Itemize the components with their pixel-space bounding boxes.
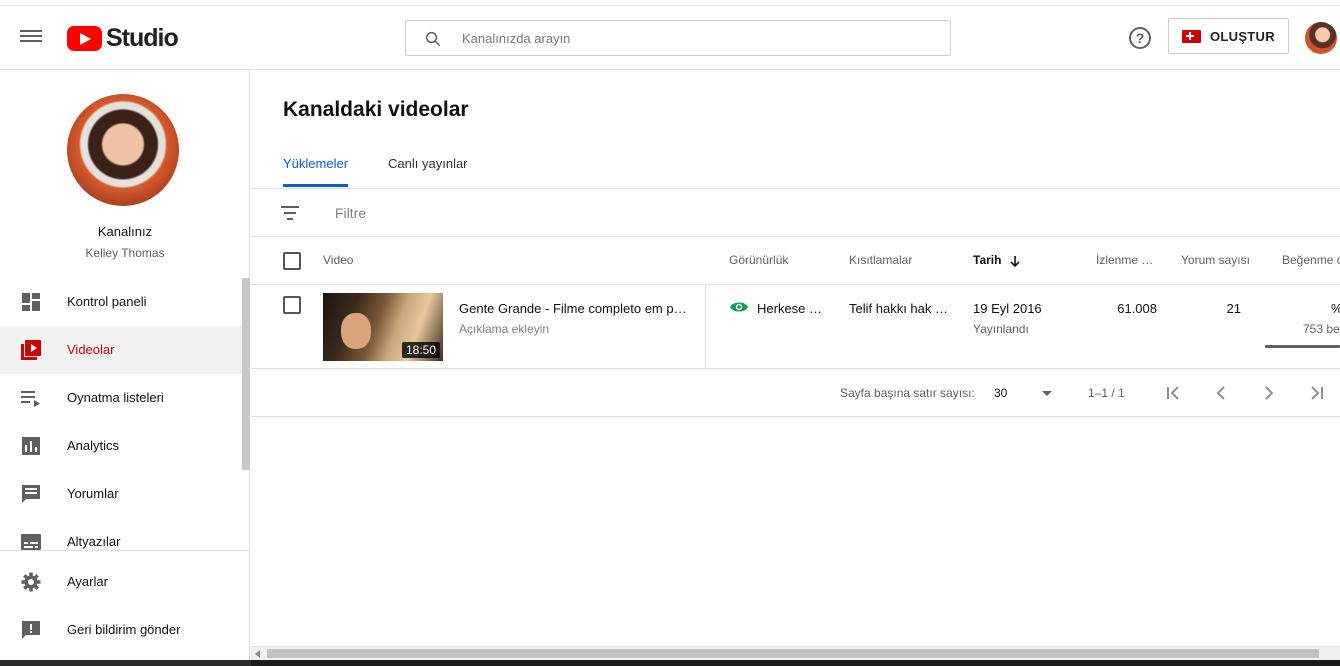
bottom-edge-left	[0, 660, 251, 666]
dashboard-icon	[22, 293, 40, 311]
sidebar-item-label: Videolar	[67, 342, 115, 357]
sidebar-item-settings[interactable]: Ayarlar	[0, 558, 250, 606]
account-avatar[interactable]	[1305, 22, 1337, 54]
eye-icon	[730, 302, 748, 312]
create-button-label: OLUŞTUR	[1210, 29, 1275, 44]
channel-name: Kelley Thomas	[85, 246, 165, 260]
scroll-left-icon[interactable]	[255, 650, 260, 658]
create-video-icon	[1182, 30, 1201, 43]
column-video[interactable]: Video	[323, 253, 353, 267]
content-tabs: Yüklemeler Canlı yayınlar	[283, 156, 508, 188]
page-title: Kanaldaki videolar	[283, 98, 469, 121]
sidebar-nav: Kontrol paneli Videolar Oynatma listeler…	[0, 278, 250, 566]
table-header-divider	[251, 284, 1340, 285]
help-icon[interactable]: ?	[1129, 27, 1151, 49]
filter-icon[interactable]	[281, 206, 299, 220]
sidebar-item-label: Yorumlar	[67, 486, 119, 501]
video-duration: 18:50	[401, 342, 440, 358]
tab-uploads[interactable]: Yüklemeler	[283, 156, 349, 187]
sidebar-item-label: Analytics	[67, 438, 120, 453]
thumbnail-figure	[341, 313, 371, 349]
rows-per-page-value: 30	[994, 386, 1008, 400]
column-date[interactable]: Tarih	[973, 253, 1021, 267]
sidebar-item-label: Kontrol paneli	[67, 294, 147, 309]
menu-icon[interactable]	[20, 27, 42, 49]
studio-logo[interactable]: Studio	[67, 24, 179, 53]
rows-per-page-label: Sayfa başına satır sayısı:	[840, 386, 975, 400]
sidebar-item-comments[interactable]: Yorumlar	[0, 470, 250, 518]
comments-icon	[22, 485, 40, 503]
analytics-icon	[22, 437, 40, 455]
search-box[interactable]	[405, 20, 951, 56]
column-date-label: Tarih	[973, 253, 1002, 267]
video-title[interactable]: Gente Grande - Filme completo em portugu…	[459, 301, 691, 316]
horizontal-scroll-thumb[interactable]	[267, 649, 1319, 658]
sidebar-item-dashboard[interactable]: Kontrol paneli	[0, 278, 250, 326]
youtube-play-icon	[67, 26, 102, 51]
sidebar-item-label: Geri bildirim gönder	[67, 622, 181, 637]
restrictions-value[interactable]: Telif hakkı hak talebi	[849, 301, 949, 316]
create-button[interactable]: OLUŞTUR	[1168, 18, 1289, 54]
search-icon[interactable]	[424, 30, 442, 48]
top-bar: Studio ? OLUŞTUR	[0, 6, 1340, 70]
column-comments[interactable]: Yorum sayısı	[1181, 253, 1250, 267]
select-all-checkbox[interactable]	[283, 252, 301, 270]
filter-input[interactable]	[335, 200, 635, 226]
previous-page-icon[interactable]	[1210, 382, 1232, 404]
chevron-down-icon	[1042, 391, 1052, 396]
sidebar-item-playlists[interactable]: Oynatma listeleri	[0, 374, 250, 422]
feedback-icon	[22, 621, 40, 639]
main-content: Kanaldaki videolar Yüklemeler Canlı yayı…	[251, 70, 1340, 666]
like-ratio-bar	[1265, 345, 1340, 348]
video-thumbnail[interactable]: 18:50	[323, 293, 443, 361]
sidebar-item-label: Oynatma listeleri	[67, 390, 164, 405]
page-range: 1–1 / 1	[1088, 386, 1125, 400]
sidebar-item-label: Altyazılar	[67, 534, 121, 549]
sidebar: Kanalınız Kelley Thomas Kontrol paneli V…	[0, 70, 250, 666]
next-page-icon[interactable]	[1258, 382, 1280, 404]
column-separator	[705, 285, 706, 368]
logo-text: Studio	[106, 24, 179, 52]
likes-value: 753 beğenme	[1303, 322, 1340, 336]
sidebar-item-feedback[interactable]: Geri bildirim gönder	[0, 606, 250, 654]
sidebar-divider	[0, 550, 250, 551]
channel-avatar[interactable]	[67, 94, 179, 206]
filter-divider	[251, 236, 1340, 237]
column-likes[interactable]: Beğenme oranı	[1282, 253, 1340, 267]
visibility-value[interactable]: Herkese açık	[757, 301, 825, 316]
studio-app: Studio ? OLUŞTUR Kanalınız Kelley Thomas…	[0, 0, 1340, 666]
last-page-icon[interactable]	[1305, 382, 1327, 404]
sidebar-item-videos[interactable]: Videolar	[0, 326, 250, 374]
tabs-divider	[251, 188, 1340, 189]
horizontal-scrollbar[interactable]	[251, 646, 1340, 660]
channel-title: Kanalınız	[97, 224, 153, 239]
videos-icon	[21, 340, 41, 360]
rows-per-page-select[interactable]: 30	[994, 383, 1058, 403]
row-divider	[251, 368, 1340, 369]
first-page-icon[interactable]	[1163, 382, 1185, 404]
column-restrictions[interactable]: Kısıtlamalar	[849, 253, 912, 267]
gear-icon	[21, 572, 41, 592]
sidebar-bottom-nav: Ayarlar Geri bildirim gönder	[0, 558, 250, 654]
search-input[interactable]	[462, 21, 942, 55]
sidebar-item-analytics[interactable]: Analytics	[0, 422, 250, 470]
like-ratio-value: %	[1331, 301, 1340, 316]
status-value: Yayınlandı	[973, 322, 1029, 336]
playlist-icon	[21, 391, 40, 407]
column-visibility[interactable]: Görünürlük	[729, 253, 788, 267]
sidebar-item-label: Ayarlar	[67, 574, 108, 589]
video-description[interactable]: Açıklama ekleyin	[459, 322, 549, 336]
views-value: 61.008	[1117, 301, 1157, 316]
column-views[interactable]: İzlenme sayısı	[1096, 253, 1158, 267]
comments-value: 21	[1226, 301, 1241, 316]
tab-live[interactable]: Canlı yayınlar	[388, 156, 467, 187]
sort-arrow-down-icon	[1010, 255, 1020, 267]
date-value: 19 Eyl 2016	[973, 301, 1042, 316]
row-checkbox[interactable]	[283, 296, 301, 314]
pagination-divider	[251, 416, 1340, 417]
subtitles-icon	[21, 534, 41, 550]
sidebar-scrollbar[interactable]	[242, 278, 250, 470]
